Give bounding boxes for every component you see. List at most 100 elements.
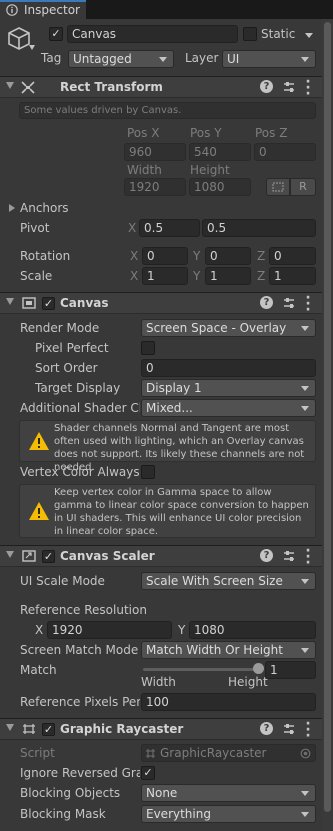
scale-x-field[interactable]: 1 xyxy=(142,267,188,285)
scrollbar-thumb[interactable] xyxy=(324,22,331,812)
rot-x-label: X xyxy=(130,249,139,263)
blocking-mask-label: Blocking Mask xyxy=(20,807,106,821)
presets-icon[interactable] xyxy=(282,549,296,563)
pos-z-field[interactable]: 0 xyxy=(254,143,316,161)
graphic-raycaster-header[interactable]: ✓ Graphic Raycaster ? · · · xyxy=(0,717,333,743)
layer-dropdown[interactable]: UI xyxy=(222,50,316,68)
match-slider-thumb[interactable] xyxy=(252,663,264,674)
static-label: Static xyxy=(261,27,296,41)
anchors-label[interactable]: Anchors xyxy=(20,201,69,215)
graphic-raycaster-enabled-checkbox[interactable]: ✓ xyxy=(42,723,55,736)
presets-icon[interactable] xyxy=(282,722,296,736)
reference-y-field[interactable]: 1080 xyxy=(189,621,316,639)
scale-y-field[interactable]: 1 xyxy=(205,267,251,285)
ignore-reversed-checkbox[interactable]: ✓ xyxy=(141,766,155,780)
help-icon[interactable]: ? xyxy=(260,80,273,93)
canvas-component-header[interactable]: ✓ Canvas ? · · · xyxy=(0,291,333,317)
pivot-x-field[interactable]: 0.5 xyxy=(139,219,200,237)
pos-y-label: Pos Y xyxy=(190,126,222,140)
width-field[interactable]: 1920 xyxy=(124,178,186,196)
more-options-icon[interactable]: · · · xyxy=(305,75,311,101)
shader-warning-box: Shader channels Normal and Tangent are m… xyxy=(19,420,316,473)
raw-edit-button[interactable]: R xyxy=(290,178,316,196)
more-options-icon[interactable]: · · · xyxy=(305,291,311,317)
scale-y-label: Y xyxy=(193,269,201,283)
tab-inspector[interactable]: Inspector xyxy=(0,0,86,19)
active-checkbox[interactable]: ✓ xyxy=(49,27,63,41)
warning-icon xyxy=(29,432,49,450)
match-width-label: Width xyxy=(141,675,176,689)
tag-dropdown[interactable]: Untagged xyxy=(68,50,174,68)
ignore-reversed-label: Ignore Reversed Gra xyxy=(20,766,140,780)
pos-x-label: Pos X xyxy=(127,126,160,140)
additional-shader-label: Additional Shader Ch xyxy=(20,401,140,415)
scale-z-field[interactable]: 1 xyxy=(269,267,316,285)
script-field[interactable]: GraphicRaycaster xyxy=(141,744,316,762)
help-icon[interactable]: ? xyxy=(260,549,273,562)
graphic-raycaster-icon xyxy=(23,724,35,734)
target-display-dropdown[interactable]: Display 1 xyxy=(141,379,316,397)
pixel-perfect-checkbox[interactable] xyxy=(141,341,155,355)
gameobject-cube-icon xyxy=(8,27,30,50)
anchors-foldout-icon[interactable] xyxy=(9,204,15,212)
width-label: Width xyxy=(127,163,162,177)
additional-shader-dropdown[interactable]: Mixed... xyxy=(141,399,316,417)
object-name-input[interactable]: Canvas xyxy=(67,25,238,43)
more-options-icon[interactable]: · · · xyxy=(305,544,311,570)
driven-notice: Some values driven by Canvas. xyxy=(19,102,316,119)
rot-z-label: Z xyxy=(257,249,266,263)
static-dropdown-arrow[interactable] xyxy=(305,33,313,38)
icon-dropdown-arrow[interactable] xyxy=(29,45,35,50)
rotation-y-field[interactable]: 0 xyxy=(205,247,251,265)
vertex-color-checkbox[interactable] xyxy=(141,465,155,479)
vertex-color-warning-box: Keep vertex color in Gamma space to allo… xyxy=(19,484,316,538)
reference-pixels-field[interactable]: 100 xyxy=(141,693,316,711)
sort-order-label: Sort Order xyxy=(35,361,98,375)
help-icon[interactable]: ? xyxy=(260,722,273,735)
static-checkbox[interactable] xyxy=(243,27,257,41)
rect-transform-icon xyxy=(21,81,35,94)
sort-order-field[interactable]: 0 xyxy=(141,359,316,377)
pivot-y-field[interactable]: 0.5 xyxy=(202,219,316,237)
foldout-arrow-icon[interactable] xyxy=(6,82,14,89)
canvas-scaler-enabled-checkbox[interactable]: ✓ xyxy=(42,550,55,563)
rotation-label: Rotation xyxy=(20,249,71,263)
ui-scale-mode-label: UI Scale Mode xyxy=(20,574,105,588)
rotation-x-field[interactable]: 0 xyxy=(142,247,188,265)
foldout-arrow-icon[interactable] xyxy=(6,551,14,558)
object-picker-icon[interactable] xyxy=(300,748,311,759)
blueprint-mode-button[interactable] xyxy=(266,178,290,196)
render-mode-dropdown[interactable]: Screen Space - Overlay xyxy=(141,319,316,337)
reference-x-field[interactable]: 1920 xyxy=(47,621,172,639)
component-title: Canvas Scaler xyxy=(60,549,155,563)
pos-x-field[interactable]: 960 xyxy=(124,143,186,161)
tag-label: Tag xyxy=(41,51,62,65)
info-icon xyxy=(6,4,18,16)
ref-y-label: Y xyxy=(178,623,186,637)
script-label: Script xyxy=(20,746,55,760)
presets-icon[interactable] xyxy=(282,296,296,310)
more-options-icon[interactable]: · · · xyxy=(305,717,311,743)
ui-scale-mode-dropdown[interactable]: Scale With Screen Size xyxy=(141,572,316,590)
rect-transform-header[interactable]: Rect Transform ? · · · xyxy=(0,75,333,101)
match-slider-track[interactable] xyxy=(143,668,258,671)
pivot-label: Pivot xyxy=(20,221,50,235)
blocking-mask-dropdown[interactable]: Everything xyxy=(141,805,316,823)
foldout-arrow-icon[interactable] xyxy=(6,724,14,731)
canvas-scaler-header[interactable]: ✓ Canvas Scaler ? · · · xyxy=(0,544,333,570)
pixel-perfect-label: Pixel Perfect xyxy=(35,341,109,355)
height-field[interactable]: 1080 xyxy=(189,178,251,196)
pos-y-field[interactable]: 540 xyxy=(189,143,251,161)
height-label: Height xyxy=(190,163,230,177)
match-label: Match xyxy=(20,663,57,677)
screen-match-mode-dropdown[interactable]: Match Width Or Height xyxy=(141,641,316,659)
help-icon[interactable]: ? xyxy=(260,296,273,309)
canvas-enabled-checkbox[interactable]: ✓ xyxy=(42,297,55,310)
foldout-arrow-icon[interactable] xyxy=(6,298,14,305)
blocking-objects-dropdown[interactable]: None xyxy=(141,784,316,802)
presets-icon[interactable] xyxy=(282,80,296,94)
rotation-z-field[interactable]: 0 xyxy=(269,247,316,265)
layer-label: Layer xyxy=(185,51,219,65)
match-value-field[interactable]: 1 xyxy=(265,661,316,679)
scale-z-label: Z xyxy=(257,269,266,283)
